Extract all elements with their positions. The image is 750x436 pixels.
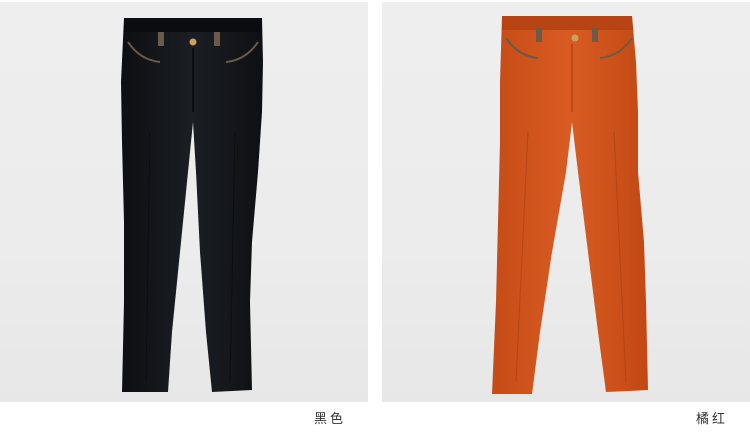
pants-body	[121, 18, 263, 392]
product-photo-black-pants[interactable]	[0, 2, 368, 402]
caption-bar: 黑色	[0, 402, 368, 430]
product-panel-orange[interactable]: 橘红	[382, 2, 750, 430]
product-panel-black[interactable]: 黑色	[0, 2, 368, 430]
color-label-orange: 橘红	[695, 412, 728, 427]
caption-bar: 橘红	[382, 402, 750, 430]
product-photo-orange-pants[interactable]	[382, 2, 750, 402]
color-label-black: 黑色	[313, 412, 346, 427]
panel-divider	[368, 0, 382, 436]
pants-body	[492, 16, 648, 394]
